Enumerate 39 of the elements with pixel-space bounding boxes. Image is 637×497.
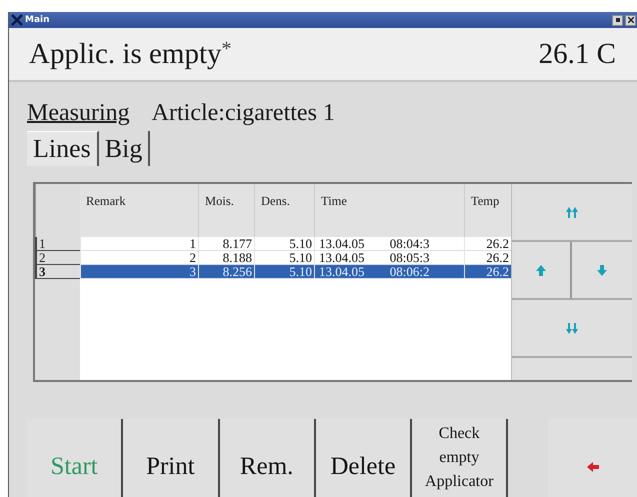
x-logo-icon (11, 14, 23, 26)
arrow-down-icon (596, 264, 608, 276)
tab[interactable]: Lines (27, 131, 99, 166)
tab[interactable]: Big (98, 131, 150, 166)
arrow-up-icon (535, 264, 547, 276)
column-header: Time (314, 184, 464, 237)
table-cell: 8.177 (198, 237, 254, 251)
double-arrow-down-icon (565, 322, 579, 334)
table-cell: 5.10 (254, 237, 314, 251)
temperature-reading: 26.1 C (538, 38, 616, 70)
row-header[interactable]: 2 (35, 251, 80, 265)
table-cell: 5.10 (254, 265, 314, 279)
column-header: Mois. (198, 184, 254, 237)
action-button[interactable]: Print (123, 419, 220, 497)
table-cell: 26.2 (464, 265, 511, 279)
column-header: Dens. (254, 184, 314, 237)
mode-label: Measuring (27, 100, 130, 127)
table-cell: 8.256 (198, 265, 254, 279)
status-text: Applic. is empty* (29, 38, 232, 70)
action-button[interactable]: Rem. (220, 419, 316, 497)
action-button[interactable]: Check empty Applicator (412, 419, 508, 497)
minimize-button[interactable] (612, 14, 623, 26)
row-header[interactable]: 3 (35, 265, 80, 279)
action-button[interactable]: Delete (316, 419, 412, 497)
window-title: Main (25, 15, 50, 25)
article-label: Article:cigarettes 1 (152, 100, 335, 127)
table-cell: 1 (80, 237, 198, 251)
row-header[interactable]: 1 (35, 237, 80, 251)
close-icon (628, 17, 634, 23)
table-cell: 3 (80, 265, 198, 279)
table-cell: 13.04.05 08:04:3 (314, 237, 464, 251)
close-button[interactable] (625, 14, 636, 26)
scroll-button[interactable] (512, 242, 572, 300)
column-header: Remark (80, 184, 198, 237)
double-arrow-up-icon (565, 206, 579, 218)
back-button[interactable] (548, 419, 637, 497)
table-cell: 13.04.05 08:06:2 (314, 265, 464, 279)
column-header: Temp (464, 184, 511, 237)
arrow-left-icon (586, 461, 600, 473)
